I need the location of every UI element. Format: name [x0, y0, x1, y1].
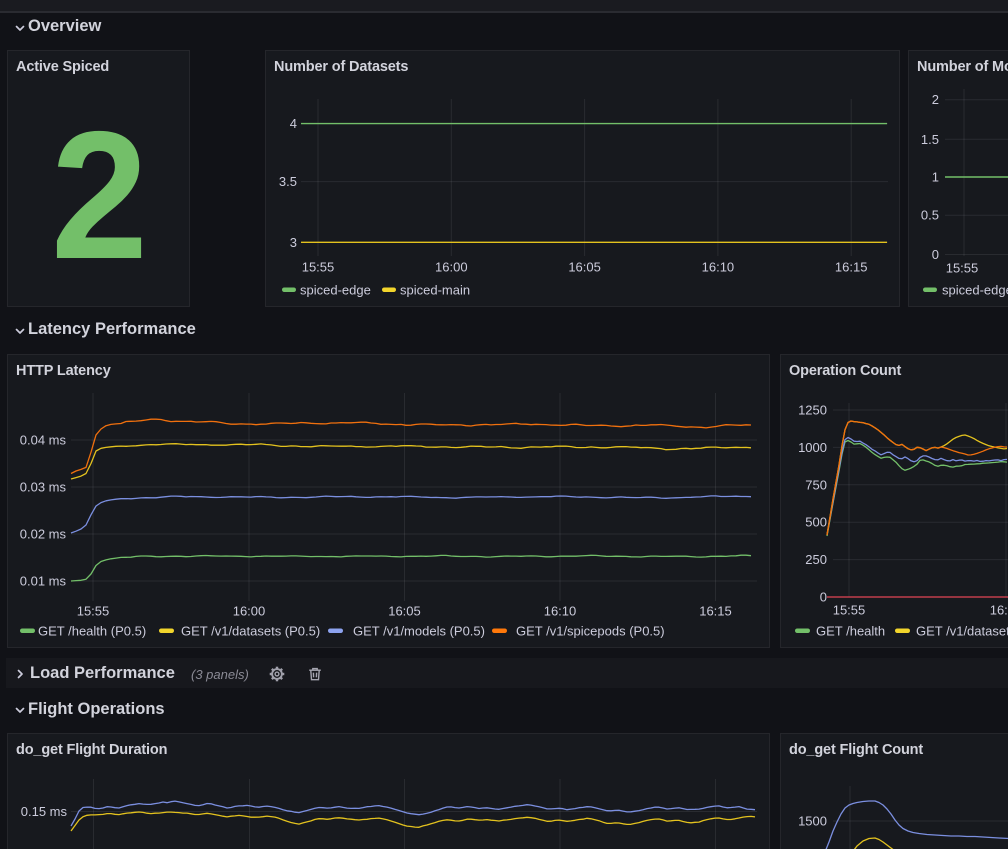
- svg-text:4: 4: [290, 116, 297, 131]
- svg-text:spiced-edge: spiced-edge: [300, 283, 371, 298]
- svg-text:16:00: 16:00: [233, 604, 266, 619]
- svg-text:16:00: 16:00: [990, 603, 1008, 618]
- svg-text:0.02 ms: 0.02 ms: [20, 527, 67, 542]
- svg-text:0.04 ms: 0.04 ms: [20, 433, 67, 448]
- svg-text:1500: 1500: [798, 814, 827, 829]
- svg-text:GET /v1/datasets (P0.5): GET /v1/datasets (P0.5): [181, 624, 320, 639]
- svg-text:GET /v1/spicepods (P0.5): GET /v1/spicepods (P0.5): [516, 624, 665, 639]
- svg-text:GET /v1/datasets: GET /v1/datasets: [916, 624, 1008, 639]
- svg-text:0.5: 0.5: [921, 208, 939, 223]
- svg-text:0: 0: [932, 247, 939, 262]
- svg-text:spiced-main: spiced-main: [400, 283, 470, 298]
- svg-text:1.5: 1.5: [921, 132, 939, 147]
- svg-text:0.03 ms: 0.03 ms: [20, 480, 67, 495]
- svg-text:2: 2: [932, 92, 939, 107]
- svg-text:3: 3: [290, 235, 297, 250]
- svg-text:GET /health: GET /health: [816, 624, 885, 639]
- svg-text:1000: 1000: [798, 440, 827, 455]
- svg-text:15:55: 15:55: [302, 260, 335, 275]
- svg-text:16:15: 16:15: [699, 604, 732, 619]
- svg-text:0: 0: [820, 590, 827, 605]
- svg-text:GET /health (P0.5): GET /health (P0.5): [38, 624, 146, 639]
- svg-text:1: 1: [932, 170, 939, 185]
- svg-text:15:55: 15:55: [833, 603, 866, 618]
- svg-text:15:55: 15:55: [77, 604, 110, 619]
- svg-text:750: 750: [805, 477, 827, 492]
- svg-text:0.01 ms: 0.01 ms: [20, 574, 67, 589]
- svg-text:16:15: 16:15: [835, 260, 868, 275]
- svg-text:16:10: 16:10: [702, 260, 735, 275]
- svg-text:1250: 1250: [798, 403, 827, 418]
- svg-text:16:00: 16:00: [435, 260, 468, 275]
- svg-text:GET /v1/models (P0.5): GET /v1/models (P0.5): [353, 624, 485, 639]
- svg-text:spiced-edge: spiced-edge: [942, 283, 1008, 298]
- svg-text:3.5: 3.5: [279, 174, 297, 189]
- svg-text:250: 250: [805, 552, 827, 567]
- svg-text:500: 500: [805, 515, 827, 530]
- svg-text:16:05: 16:05: [388, 604, 421, 619]
- svg-text:16:10: 16:10: [544, 604, 577, 619]
- svg-text:15:55: 15:55: [946, 261, 979, 276]
- svg-text:16:05: 16:05: [568, 260, 601, 275]
- svg-text:0.15 ms: 0.15 ms: [21, 804, 68, 819]
